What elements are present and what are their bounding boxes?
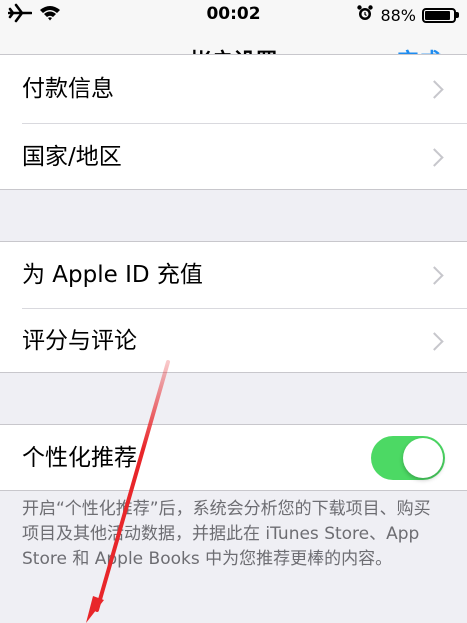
settings-group-account: 为 Apple ID 充值 评分与评论 xyxy=(0,241,467,373)
settings-row-country-region[interactable]: 国家/地区 xyxy=(0,124,467,190)
chevron-right-icon xyxy=(425,80,444,99)
battery-percent: 88% xyxy=(380,5,416,25)
status-bar: 00:02 88% xyxy=(0,0,467,30)
settings-row-payment-info[interactable]: 付款信息 xyxy=(0,55,467,123)
row-label: 国家/地区 xyxy=(22,144,122,170)
settings-group-personalization: 个性化推荐 xyxy=(0,424,467,491)
row-label: 个性化推荐 xyxy=(22,445,137,471)
personalization-footnote: 开启“个性化推荐”后，系统会分析您的下载项目、购买项目及其他活动数据，并据此在 … xyxy=(22,499,431,569)
row-label: 评分与评论 xyxy=(22,328,137,354)
settings-row-ratings-reviews[interactable]: 评分与评论 xyxy=(0,309,467,373)
settings-row-add-funds[interactable]: 为 Apple ID 充值 xyxy=(0,242,467,308)
battery-tip xyxy=(456,12,459,18)
settings-group-payment: 付款信息 国家/地区 xyxy=(0,54,467,190)
chevron-right-icon xyxy=(425,148,444,167)
settings-row-personalized-recommendations: 个性化推荐 xyxy=(0,425,467,491)
chevron-right-icon xyxy=(425,332,444,351)
battery-body xyxy=(422,7,456,23)
personalized-recommendations-toggle[interactable] xyxy=(371,436,445,480)
alarm-icon xyxy=(356,4,374,26)
toggle-knob xyxy=(403,438,443,478)
annotation-arrow-head xyxy=(86,596,104,623)
row-label: 付款信息 xyxy=(22,76,114,102)
status-right-icons: 88% xyxy=(356,3,459,27)
battery-icon xyxy=(422,7,459,23)
chevron-right-icon xyxy=(425,266,444,285)
battery-fill xyxy=(425,10,450,20)
row-label: 为 Apple ID 充值 xyxy=(22,262,203,288)
